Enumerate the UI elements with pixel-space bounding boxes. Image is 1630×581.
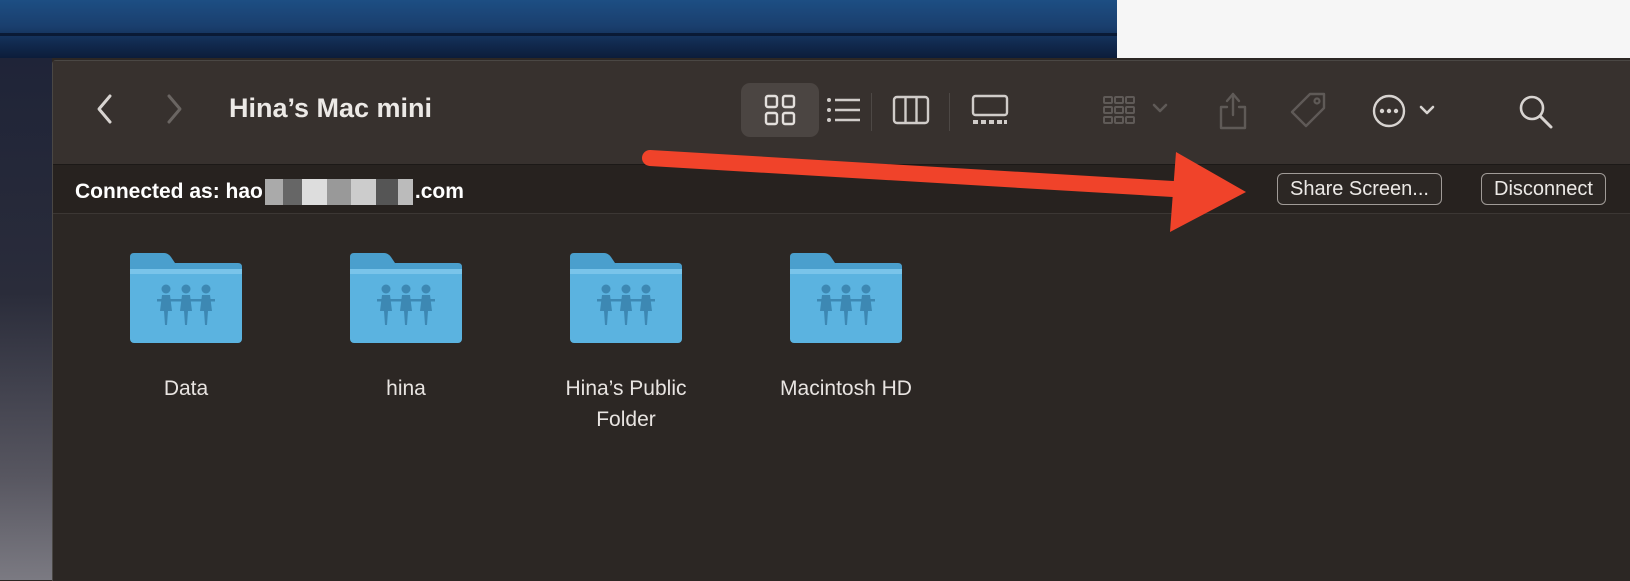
toolbar-divider [871,93,872,131]
back-button[interactable] [85,89,125,129]
share-button[interactable] [1209,83,1257,139]
shared-folder-icon [130,253,242,343]
chevron-left-icon [97,94,112,124]
gallery-icon [971,94,1009,124]
forward-button[interactable] [154,89,194,129]
more-actions-icon [1372,94,1435,128]
share-screen-button[interactable]: Share Screen... [1277,173,1442,205]
group-by-button[interactable] [1099,87,1177,135]
shared-folder-icon [350,253,462,343]
item-label: hina [386,377,426,400]
desktop-wallpaper-left [0,58,52,580]
list-item-macintosh-hd[interactable]: Macintosh HD [751,251,941,404]
column-view-button[interactable] [875,83,947,137]
search-button[interactable] [1511,87,1561,137]
search-icon [1519,95,1553,129]
gallery-view-button[interactable] [953,83,1027,137]
shared-folder-icon [790,253,902,343]
background-window [1117,0,1630,58]
grid-icon [764,94,796,126]
list-icon [827,98,860,122]
toolbar-divider [949,93,950,131]
icon-view-button[interactable] [741,83,819,137]
tag-icon [1290,92,1326,128]
disconnect-button[interactable]: Disconnect [1481,173,1606,205]
desktop-wallpaper-top [0,0,1117,58]
share-icon [1219,92,1247,130]
connected-as-text: Connected as: hao .com [75,179,464,205]
tag-button[interactable] [1281,85,1337,137]
columns-icon [892,95,930,125]
redacted-email [264,179,413,205]
item-label: Hina’s Public Folder [565,377,687,431]
connection-bar: Connected as: hao .com Share Screen... D… [53,165,1630,214]
more-actions-button[interactable] [1365,85,1447,137]
list-item-hina[interactable]: hina [311,251,501,404]
shared-folder-icon [570,253,682,343]
toolbar: Hina’s Mac mini [53,61,1630,165]
list-item-data[interactable]: Data [91,251,281,404]
finder-window: Hina’s Mac mini Connected as: hao .com S… [52,60,1630,581]
item-label: Data [163,377,209,400]
item-label: Macintosh HD [780,377,912,400]
group-by-icon [1103,96,1168,124]
connected-as-suffix: .com [414,180,464,203]
chevron-right-icon [167,94,182,124]
window-title: Hina’s Mac mini [229,93,433,123]
list-item-public-folder[interactable]: Hina’s Public Folder [531,251,721,435]
list-view-button[interactable] [809,83,879,137]
connected-as-label: Connected as: hao [75,180,263,203]
